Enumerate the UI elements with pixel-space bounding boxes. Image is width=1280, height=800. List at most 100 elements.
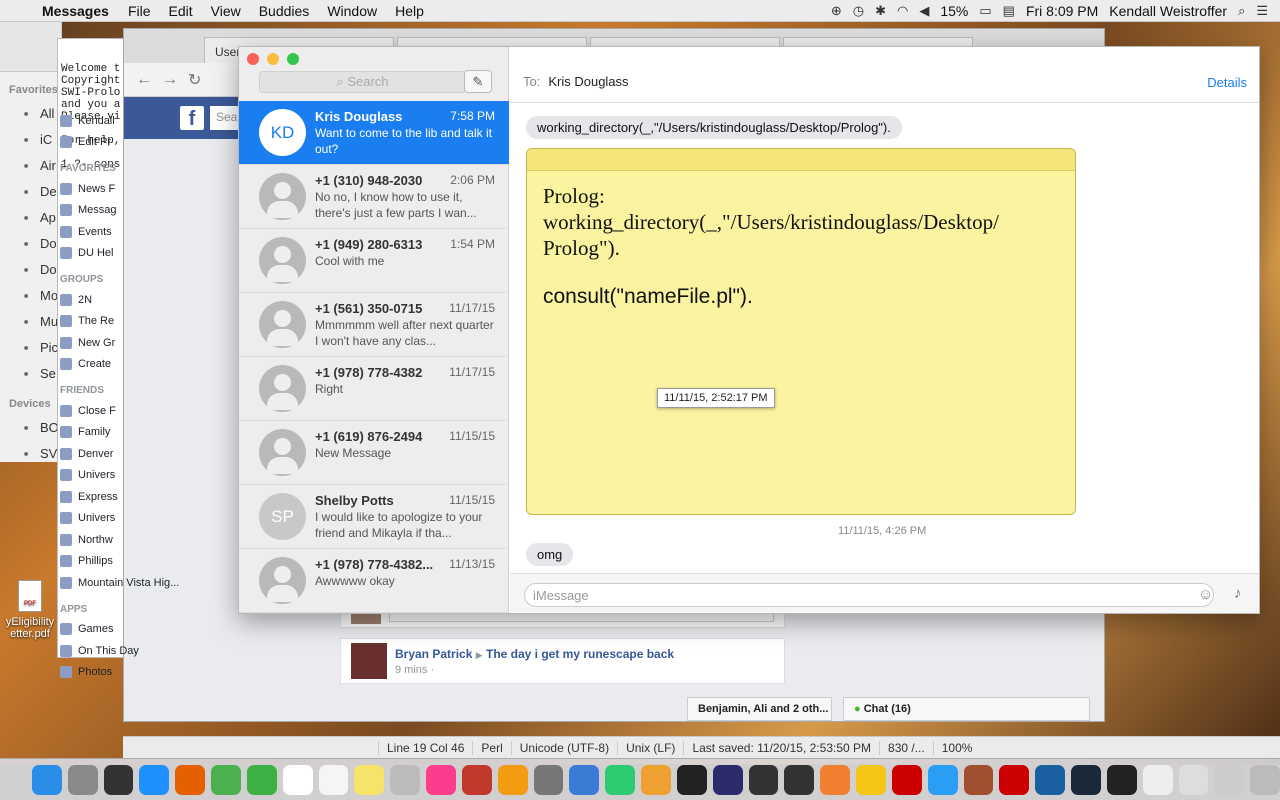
conversation-item[interactable]: +1 (561) 350-0715 11/17/15 Mmmmmm well aft… bbox=[239, 293, 509, 357]
fb-nav-item[interactable]: News F bbox=[50, 178, 220, 200]
compose-button[interactable]: ✎ bbox=[464, 70, 492, 93]
microphone-icon[interactable]: ♪ bbox=[1234, 585, 1242, 602]
post-target[interactable]: The day i get my runescape back bbox=[486, 647, 674, 661]
fb-nav-item[interactable]: Express bbox=[50, 486, 220, 508]
dock-wireshark-icon[interactable] bbox=[1035, 764, 1066, 795]
status-position[interactable]: Line 19 Col 46 bbox=[378, 740, 472, 755]
conversation-item[interactable]: KD Kris Douglass 7:58 PM Want to come to th… bbox=[239, 101, 509, 165]
conversation-item[interactable]: +1 (310) 948-2030 2:06 PM No no, I know ho… bbox=[239, 165, 509, 229]
fb-nav-item[interactable]: Univers bbox=[50, 508, 220, 530]
search-input[interactable]: ⌕ Search bbox=[259, 71, 466, 93]
dock-pages-icon[interactable] bbox=[641, 764, 671, 795]
fb-nav-item[interactable]: Events bbox=[50, 221, 220, 243]
dock-keynote-icon[interactable] bbox=[569, 764, 600, 795]
fb-nav-item[interactable]: Games bbox=[50, 619, 220, 641]
fb-nav-item[interactable]: DU Hel bbox=[50, 243, 220, 265]
notification-center-icon[interactable]: ☰ bbox=[1256, 3, 1268, 19]
time-machine-icon[interactable]: ◷ bbox=[853, 3, 864, 19]
app-menu[interactable]: Messages bbox=[40, 3, 119, 19]
wifi-icon[interactable]: ◠ bbox=[897, 3, 908, 19]
dock-chrome-icon[interactable] bbox=[211, 764, 241, 795]
battery-icon[interactable]: ▭ bbox=[979, 3, 991, 19]
dock-steam-icon[interactable] bbox=[1071, 764, 1101, 795]
close-button[interactable] bbox=[247, 53, 259, 65]
dock-calendar-icon[interactable] bbox=[282, 764, 313, 795]
fb-edit-profile-link[interactable]: Edit Pr bbox=[50, 132, 220, 154]
dock-finder-icon[interactable] bbox=[32, 764, 62, 795]
dock-app-store-icon[interactable] bbox=[139, 764, 170, 795]
dock-photo-booth-icon[interactable] bbox=[461, 764, 492, 795]
fb-nav-item[interactable]: Northw bbox=[50, 529, 220, 551]
fb-nav-item[interactable]: Univers bbox=[50, 465, 220, 487]
fb-nav-item[interactable]: The Re bbox=[50, 311, 220, 333]
fb-profile-link[interactable]: Kendall bbox=[50, 110, 220, 132]
dock-launchpad-icon[interactable] bbox=[67, 764, 98, 795]
dock-sketch-icon[interactable] bbox=[856, 764, 886, 795]
dock-docs-icon[interactable] bbox=[1142, 764, 1173, 795]
menu-view[interactable]: View bbox=[202, 3, 250, 19]
emoji-icon[interactable]: ☺ bbox=[1198, 586, 1213, 603]
dock-stickies-icon[interactable] bbox=[354, 764, 385, 795]
conversation-item[interactable]: +1 (978) 778-4382 11/17/15 Right bbox=[239, 357, 509, 421]
menu-window[interactable]: Window bbox=[318, 3, 386, 19]
chat-tab-group[interactable]: Benjamin, Ali and 2 oth... bbox=[687, 697, 832, 721]
dock-mission-icon[interactable] bbox=[103, 764, 134, 795]
dock-eclipse-icon[interactable] bbox=[712, 764, 743, 795]
fb-nav-item[interactable]: Mountain Vista Hig... bbox=[50, 572, 220, 594]
dock-system-prefs-icon[interactable] bbox=[533, 764, 564, 795]
dock-trash-icon[interactable] bbox=[1250, 764, 1280, 795]
message-bubble[interactable]: working_directory(_,"/Users/kristindougl… bbox=[526, 116, 902, 139]
dock-prefs-icon[interactable] bbox=[1214, 764, 1245, 795]
dock-antlr-icon[interactable] bbox=[891, 764, 922, 795]
dock-unity-icon[interactable] bbox=[748, 764, 779, 795]
details-button[interactable]: Details bbox=[1207, 75, 1247, 90]
dock-files-icon[interactable] bbox=[1178, 764, 1209, 795]
fb-nav-item[interactable]: Phillips bbox=[50, 551, 220, 573]
fb-nav-item[interactable]: On This Day bbox=[50, 640, 220, 662]
fb-nav-item[interactable]: New Gr bbox=[50, 332, 220, 354]
zoom-button[interactable] bbox=[287, 53, 299, 65]
dock-notes-icon[interactable] bbox=[318, 764, 349, 795]
fb-nav-item[interactable]: Family bbox=[50, 422, 220, 444]
menu-file[interactable]: File bbox=[119, 3, 160, 19]
status-language[interactable]: Perl bbox=[472, 740, 510, 755]
chat-sidebar-toggle[interactable]: ● Chat (16) bbox=[843, 697, 1090, 721]
sticky-note-image[interactable]: Prolog: working_directory(_,"/Users/kris… bbox=[526, 148, 1076, 515]
menu-help[interactable]: Help bbox=[386, 3, 433, 19]
volume-icon[interactable]: ◀ bbox=[919, 3, 929, 19]
dock-firefox-icon[interactable] bbox=[175, 764, 206, 795]
conversation-item[interactable]: +1 (949) 280-6313 1:54 PM Cool with me bbox=[239, 229, 509, 293]
status-encoding[interactable]: Unicode (UTF-8) bbox=[510, 740, 617, 755]
dock-owl-icon[interactable] bbox=[963, 764, 994, 795]
fb-nav-item[interactable]: Denver bbox=[50, 443, 220, 465]
dock-acrobat-icon[interactable] bbox=[999, 764, 1030, 795]
fb-nav-item[interactable]: 2N bbox=[50, 289, 220, 311]
post-meta[interactable]: 9 mins · bbox=[395, 664, 674, 676]
post-author[interactable]: Bryan Patrick bbox=[395, 647, 472, 661]
message-bubble[interactable]: omg bbox=[526, 543, 574, 566]
recipient-name[interactable]: Kris Douglass bbox=[548, 74, 628, 89]
dock-terminal-icon[interactable] bbox=[676, 764, 707, 795]
fb-nav-item[interactable]: Messag bbox=[50, 200, 220, 222]
dock-sublime-icon[interactable] bbox=[820, 764, 851, 795]
globe-icon[interactable]: ⊕ bbox=[831, 3, 842, 19]
conversation-item[interactable]: +1 (978) 778-4382... 11/13/15 Awwwww okay bbox=[239, 549, 509, 613]
menubar-clock[interactable]: Fri 8:09 PM bbox=[1026, 3, 1098, 19]
dock-itunes-icon[interactable] bbox=[426, 764, 456, 795]
menu-edit[interactable]: Edit bbox=[160, 3, 202, 19]
us-flag-icon[interactable]: ▤ bbox=[1003, 3, 1015, 19]
menubar-user[interactable]: Kendall Weistroffer bbox=[1109, 3, 1227, 19]
dock-numbers-icon[interactable] bbox=[605, 764, 636, 795]
reload-icon[interactable]: ↻ bbox=[188, 70, 201, 90]
imessage-input[interactable]: iMessage bbox=[524, 583, 1214, 607]
spotlight-icon[interactable]: ⌕ bbox=[1238, 3, 1245, 19]
bluetooth-icon[interactable]: ✱ bbox=[875, 3, 886, 19]
dock-photos-icon[interactable] bbox=[497, 764, 528, 795]
back-icon[interactable]: ← bbox=[136, 71, 152, 89]
dock-terminal-icon[interactable] bbox=[1106, 764, 1137, 795]
forward-icon[interactable]: → bbox=[162, 71, 178, 89]
minimize-button[interactable] bbox=[267, 53, 279, 65]
dock-facetime-icon[interactable] bbox=[246, 764, 277, 795]
fb-nav-item[interactable]: Create bbox=[50, 354, 220, 376]
dock-unity-icon[interactable] bbox=[784, 764, 815, 795]
